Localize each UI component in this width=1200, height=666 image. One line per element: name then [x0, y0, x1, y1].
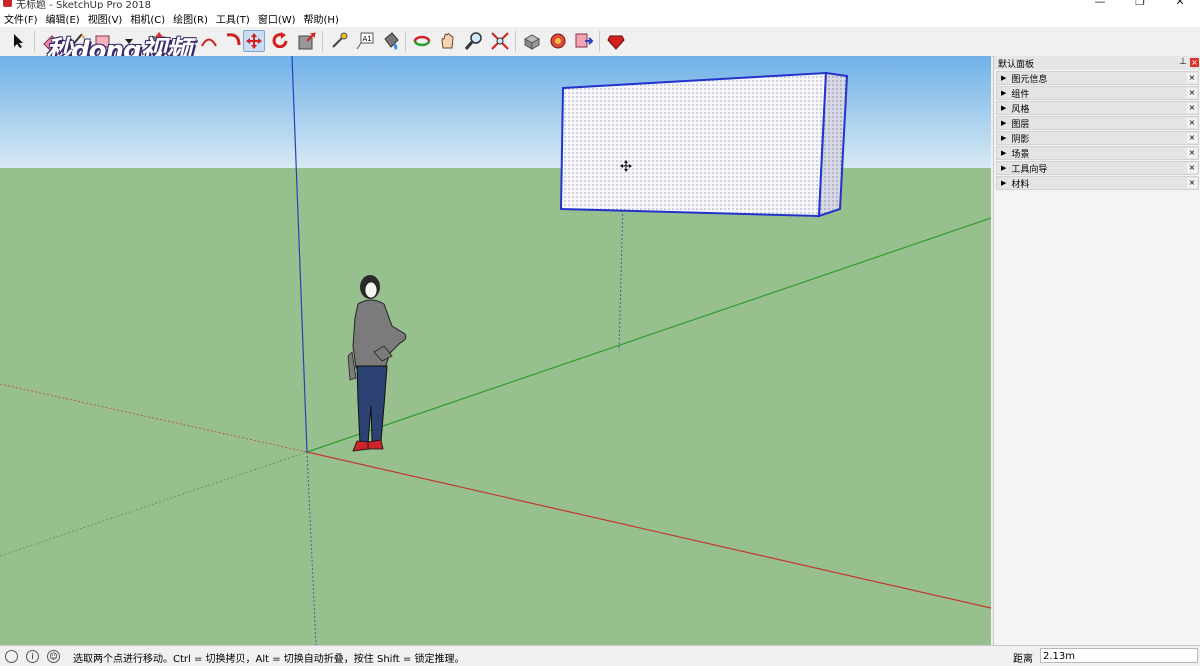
- panel-close-button[interactable]: ×: [1190, 58, 1199, 67]
- status-bar: i ☺ 选取两个点进行移动。Ctrl = 切换拷贝，Alt = 切换自动折叠，按…: [0, 645, 1200, 666]
- pin-icon[interactable]: ⊥: [1179, 57, 1187, 67]
- menu-help[interactable]: 帮助(H): [304, 11, 339, 26]
- info-icon[interactable]: i: [26, 650, 39, 663]
- orbit-icon[interactable]: [411, 30, 433, 52]
- default-tray-panel: 默认面板 ⊥ × ▶ 图元信息 × ▶ 组件 × ▶ 风格 × ▶ 图层 × ▶…: [993, 56, 1200, 645]
- text-tool-icon[interactable]: A1: [354, 30, 376, 52]
- extension-warehouse-icon[interactable]: [547, 30, 569, 52]
- tray-close-button[interactable]: ×: [1187, 178, 1197, 188]
- tray-instructor[interactable]: ▶ 工具向导 ×: [996, 161, 1199, 175]
- tray-scenes[interactable]: ▶ 场景 ×: [996, 146, 1199, 160]
- menu-tools[interactable]: 工具(T): [216, 11, 250, 26]
- zoom-extents-icon[interactable]: [489, 30, 511, 52]
- svg-text:A1: A1: [363, 35, 372, 43]
- menu-camera[interactable]: 相机(C): [130, 11, 165, 26]
- menu-edit[interactable]: 编辑(E): [46, 11, 80, 26]
- offset-tool-icon[interactable]: [198, 30, 220, 52]
- panel-header: 默认面板 ⊥ ×: [994, 56, 1200, 70]
- tray-close-button[interactable]: ×: [1187, 73, 1197, 83]
- panel-title: 默认面板: [998, 59, 1035, 70]
- menu-bar: 文件(F) 编辑(E) 视图(V) 相机(C) 绘图(R) 工具(T) 窗口(W…: [0, 9, 1200, 27]
- move-icon[interactable]: [243, 30, 265, 52]
- user-account-icon[interactable]: ☺: [47, 650, 60, 663]
- expand-arrow-icon: ▶: [1001, 164, 1007, 172]
- tray-styles[interactable]: ▶ 风格 ×: [996, 101, 1199, 115]
- ground: [0, 168, 991, 645]
- paint-bucket-icon[interactable]: [380, 30, 402, 52]
- tray-materials[interactable]: ▶ 材料 ×: [996, 176, 1199, 190]
- expand-arrow-icon: ▶: [1001, 104, 1007, 112]
- expand-arrow-icon: ▶: [1001, 74, 1007, 82]
- selected-box: [559, 71, 849, 218]
- maximize-button[interactable]: ❐: [1120, 0, 1160, 8]
- expand-arrow-icon: ▶: [1001, 149, 1007, 157]
- pan-icon[interactable]: [437, 30, 459, 52]
- tray-label: 场景: [1011, 149, 1030, 160]
- tray-label: 图层: [1011, 119, 1030, 130]
- tray-close-button[interactable]: ×: [1187, 88, 1197, 98]
- tray-close-button[interactable]: ×: [1187, 103, 1197, 113]
- status-message: 选取两个点进行移动。Ctrl = 切换拷贝，Alt = 切换自动折叠，按住 Sh…: [73, 654, 465, 665]
- tray-entity-info[interactable]: ▶ 图元信息 ×: [996, 71, 1199, 85]
- follow-me-icon[interactable]: [222, 30, 244, 52]
- box-front-face: [559, 71, 828, 218]
- window-title: 无标题 - SketchUp Pro 2018: [16, 0, 151, 9]
- minimize-button[interactable]: —: [1080, 0, 1120, 8]
- tray-label: 材料: [1011, 179, 1030, 190]
- tray-label: 图元信息: [1011, 74, 1048, 85]
- select-arrow-icon[interactable]: [8, 30, 30, 52]
- close-button[interactable]: ✕: [1160, 0, 1200, 8]
- geo-location-icon[interactable]: [5, 650, 18, 663]
- modeling-viewport[interactable]: [0, 56, 991, 645]
- menu-file[interactable]: 文件(F): [4, 11, 38, 26]
- tape-measure-icon[interactable]: [328, 30, 350, 52]
- measurements-input[interactable]: 2.13m: [1040, 648, 1198, 663]
- extension-manager-icon[interactable]: [605, 30, 627, 52]
- rotate-icon[interactable]: [269, 30, 291, 52]
- tray-label: 工具向导: [1011, 164, 1048, 175]
- tray-layers[interactable]: ▶ 图层 ×: [996, 116, 1199, 130]
- send-to-layout-icon[interactable]: [573, 30, 595, 52]
- tray-close-button[interactable]: ×: [1187, 148, 1197, 158]
- window-controls: — ❐ ✕: [1080, 0, 1200, 8]
- tray-close-button[interactable]: ×: [1187, 163, 1197, 173]
- menu-draw[interactable]: 绘图(R): [173, 11, 208, 26]
- tray-components[interactable]: ▶ 组件 ×: [996, 86, 1199, 100]
- menu-view[interactable]: 视图(V): [88, 11, 123, 26]
- menu-window[interactable]: 窗口(W): [258, 11, 296, 26]
- measurements-label: 距离: [1013, 654, 1033, 665]
- tray-close-button[interactable]: ×: [1187, 133, 1197, 143]
- expand-arrow-icon: ▶: [1001, 89, 1007, 97]
- tray-close-button[interactable]: ×: [1187, 118, 1197, 128]
- tray-label: 阴影: [1011, 134, 1030, 145]
- scale-icon[interactable]: [296, 30, 318, 52]
- sketchup-app-icon: [3, 0, 12, 7]
- expand-arrow-icon: ▶: [1001, 134, 1007, 142]
- expand-arrow-icon: ▶: [1001, 179, 1007, 187]
- tray-label: 组件: [1011, 89, 1030, 100]
- tray-label: 风格: [1011, 104, 1030, 115]
- 3d-warehouse-icon[interactable]: [521, 30, 543, 52]
- tray-shadows[interactable]: ▶ 阴影 ×: [996, 131, 1199, 145]
- expand-arrow-icon: ▶: [1001, 119, 1007, 127]
- zoom-icon[interactable]: [463, 30, 485, 52]
- title-bar: 无标题 - SketchUp Pro 2018 — ❐ ✕: [0, 0, 1200, 9]
